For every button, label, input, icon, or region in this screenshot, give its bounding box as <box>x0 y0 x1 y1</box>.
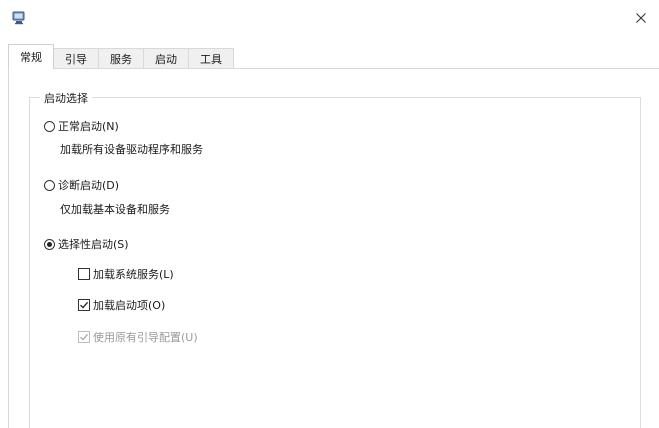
close-icon <box>636 12 646 26</box>
radio-button[interactable] <box>44 120 55 132</box>
normal-startup-label: 正常启动(N) <box>58 120 119 133</box>
load-startup-items-label: 加载启动项(O) <box>93 299 166 312</box>
close-button[interactable] <box>629 8 653 30</box>
tab-boot[interactable]: 引导 <box>53 48 99 69</box>
normal-startup-radio[interactable]: 正常启动(N) <box>44 118 119 134</box>
tab-startup[interactable]: 启动 <box>143 48 189 69</box>
radio-button[interactable] <box>44 179 55 191</box>
checkbox-checked-disabled[interactable] <box>78 331 90 343</box>
tab-bar: 常规 引导 服务 启动 工具 <box>8 44 234 69</box>
normal-startup-description: 加载所有设备驱动程序和服务 <box>60 143 203 156</box>
load-startup-items-checkbox[interactable]: 加载启动项(O) <box>78 297 165 313</box>
tab-services[interactable]: 服务 <box>98 48 144 69</box>
msconfig-app-icon <box>12 11 26 25</box>
checkmark-icon <box>80 301 89 309</box>
general-tab-panel: 启动选择 正常启动(N) 加载所有设备驱动程序和服务 诊断启动(D) 仅加载基本… <box>8 68 659 428</box>
diagnostic-startup-label: 诊断启动(D) <box>58 179 120 192</box>
startup-selection-group: 启动选择 正常启动(N) 加载所有设备驱动程序和服务 诊断启动(D) 仅加载基本… <box>29 90 641 428</box>
load-system-services-label: 加载系统服务(L) <box>93 268 174 281</box>
checkbox-unchecked[interactable] <box>78 268 90 280</box>
selective-startup-label: 选择性启动(S) <box>58 238 129 251</box>
diagnostic-startup-description: 仅加载基本设备和服务 <box>60 203 170 216</box>
checkbox-checked[interactable] <box>78 299 90 311</box>
selective-startup-radio[interactable]: 选择性启动(S) <box>44 236 129 252</box>
group-title: 启动选择 <box>40 90 92 106</box>
radio-selected-dot <box>47 241 52 247</box>
diagnostic-startup-radio[interactable]: 诊断启动(D) <box>44 177 119 193</box>
load-system-services-checkbox[interactable]: 加载系统服务(L) <box>78 266 174 282</box>
title-bar <box>0 0 659 38</box>
radio-button-selected[interactable] <box>44 238 55 250</box>
tab-tools[interactable]: 工具 <box>188 48 234 69</box>
checkmark-icon <box>80 333 89 341</box>
use-original-boot-config-checkbox[interactable]: 使用原有引导配置(U) <box>78 329 198 345</box>
system-configuration-window: 常规 引导 服务 启动 工具 启动选择 正常启动(N) 加载所有设备驱动程序和服… <box>0 0 659 428</box>
use-original-boot-config-label: 使用原有引导配置(U) <box>93 331 198 344</box>
tab-general[interactable]: 常规 <box>8 44 54 69</box>
